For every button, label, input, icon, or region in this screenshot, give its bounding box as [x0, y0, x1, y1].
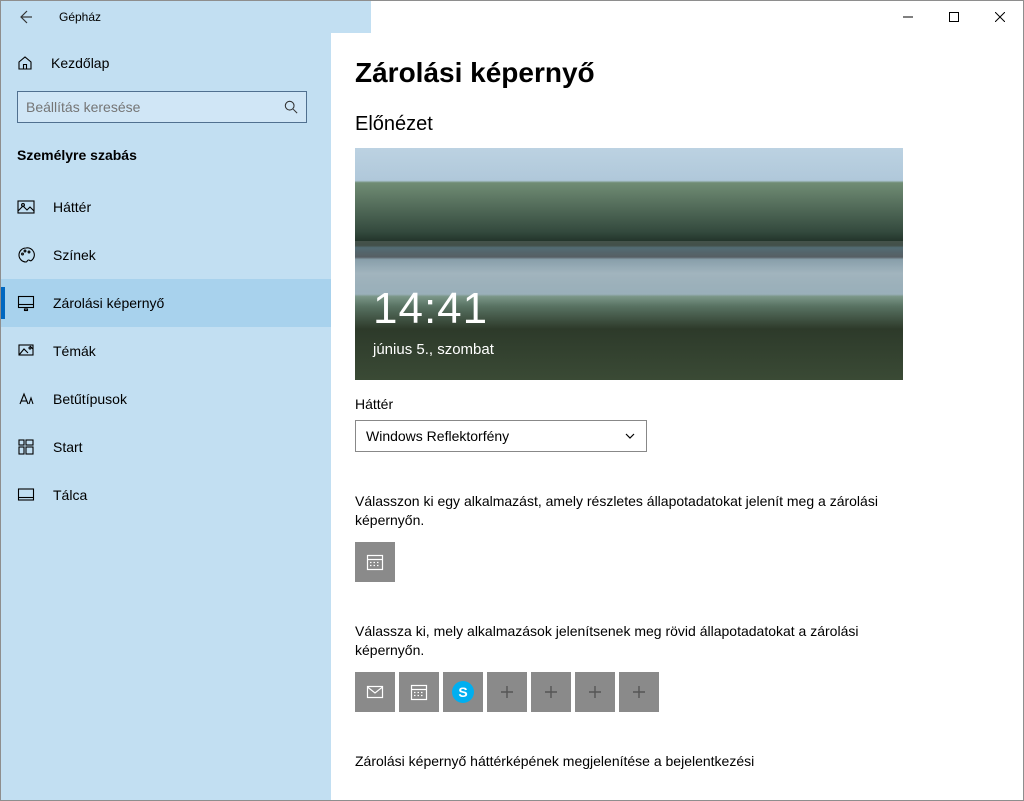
- skype-icon: S: [452, 681, 474, 703]
- sidebar-item-label: Start: [53, 439, 83, 455]
- titlebar: Gépház: [1, 1, 1023, 33]
- chevron-down-icon: [624, 430, 636, 442]
- home-icon: [17, 55, 33, 71]
- sidebar-item-label: Betűtípusok: [53, 391, 127, 407]
- calendar-icon: [365, 552, 385, 572]
- sidebar-item-label: Háttér: [53, 199, 91, 215]
- sidebar-item-themes[interactable]: Témák: [1, 327, 331, 375]
- background-value: Windows Reflektorfény: [366, 428, 509, 444]
- detailed-status-label: Válasszon ki egy alkalmazást, amely rész…: [355, 492, 915, 530]
- quick-status-tile-add-3[interactable]: [575, 672, 615, 712]
- sidebar-nav: Háttér Színek Zárolási képernyő: [1, 183, 331, 519]
- sidebar-item-label: Színek: [53, 247, 96, 263]
- preview-time: 14:41: [373, 284, 488, 334]
- signin-background-label: Zárolási képernyő háttérképének megjelen…: [355, 752, 915, 771]
- maximize-icon: [949, 12, 959, 22]
- titlebar-left: Gépház: [1, 1, 101, 33]
- taskbar-icon: [17, 486, 35, 504]
- quick-status-tile-add-2[interactable]: [531, 672, 571, 712]
- plus-icon: [541, 682, 561, 702]
- search-input-wrap[interactable]: [17, 91, 307, 123]
- sidebar-item-background[interactable]: Háttér: [1, 183, 331, 231]
- plus-icon: [497, 682, 517, 702]
- close-icon: [995, 12, 1005, 22]
- sidebar-item-colors[interactable]: Színek: [1, 231, 331, 279]
- page-heading: Zárolási képernyő: [355, 57, 983, 89]
- home-button[interactable]: Kezdőlap: [1, 43, 331, 83]
- arrow-left-icon: [17, 9, 33, 25]
- fonts-icon: [17, 390, 35, 408]
- sidebar-item-label: Témák: [53, 343, 96, 359]
- plus-icon: [629, 682, 649, 702]
- palette-icon: [17, 246, 35, 264]
- lockscreen-icon: [17, 294, 35, 312]
- sidebar-item-start[interactable]: Start: [1, 423, 331, 471]
- close-button[interactable]: [977, 1, 1023, 33]
- background-dropdown[interactable]: Windows Reflektorfény: [355, 420, 647, 452]
- sidebar-item-fonts[interactable]: Betűtípusok: [1, 375, 331, 423]
- mail-icon: [365, 682, 385, 702]
- quick-status-tile-mail[interactable]: [355, 672, 395, 712]
- quick-status-tile-skype[interactable]: S: [443, 672, 483, 712]
- detailed-status-tile-calendar[interactable]: [355, 542, 395, 582]
- search-input[interactable]: [26, 99, 266, 115]
- quick-status-tiles: S: [355, 672, 983, 712]
- window-title: Gépház: [49, 10, 101, 24]
- home-label: Kezdőlap: [51, 55, 109, 71]
- body: Kezdőlap Személyre szabás Háttér: [1, 33, 1023, 800]
- quick-status-tile-add-1[interactable]: [487, 672, 527, 712]
- minimize-icon: [903, 12, 913, 22]
- minimize-button[interactable]: [885, 1, 931, 33]
- themes-icon: [17, 342, 35, 360]
- detailed-status-tiles: [355, 542, 983, 582]
- plus-icon: [585, 682, 605, 702]
- back-button[interactable]: [1, 9, 49, 25]
- sidebar-item-lockscreen[interactable]: Zárolási képernyő: [1, 279, 331, 327]
- background-label: Háttér: [355, 396, 983, 412]
- main-content: Zárolási képernyő Előnézet 14:41 június …: [331, 33, 1023, 800]
- sidebar-item-label: Zárolási képernyő: [53, 295, 164, 311]
- sidebar: Kezdőlap Személyre szabás Háttér: [1, 33, 331, 800]
- maximize-button[interactable]: [931, 1, 977, 33]
- lockscreen-preview[interactable]: 14:41 június 5., szombat: [355, 148, 903, 380]
- search-icon: [284, 100, 298, 114]
- preview-date: június 5., szombat: [373, 341, 494, 358]
- picture-icon: [17, 198, 35, 216]
- sidebar-section-title: Személyre szabás: [1, 123, 331, 175]
- calendar-icon: [409, 682, 429, 702]
- search-wrap: [1, 83, 331, 123]
- quick-status-tile-calendar[interactable]: [399, 672, 439, 712]
- quick-status-tile-add-4[interactable]: [619, 672, 659, 712]
- settings-window: Gépház Kezdőlap: [0, 0, 1024, 801]
- sidebar-item-taskbar[interactable]: Tálca: [1, 471, 331, 519]
- start-icon: [17, 438, 35, 456]
- window-controls: [885, 1, 1023, 33]
- sidebar-item-label: Tálca: [53, 487, 87, 503]
- titlebar-spacer: [371, 1, 885, 33]
- preview-label: Előnézet: [355, 113, 983, 136]
- quick-status-label: Válassza ki, mely alkalmazások jelenítse…: [355, 622, 915, 660]
